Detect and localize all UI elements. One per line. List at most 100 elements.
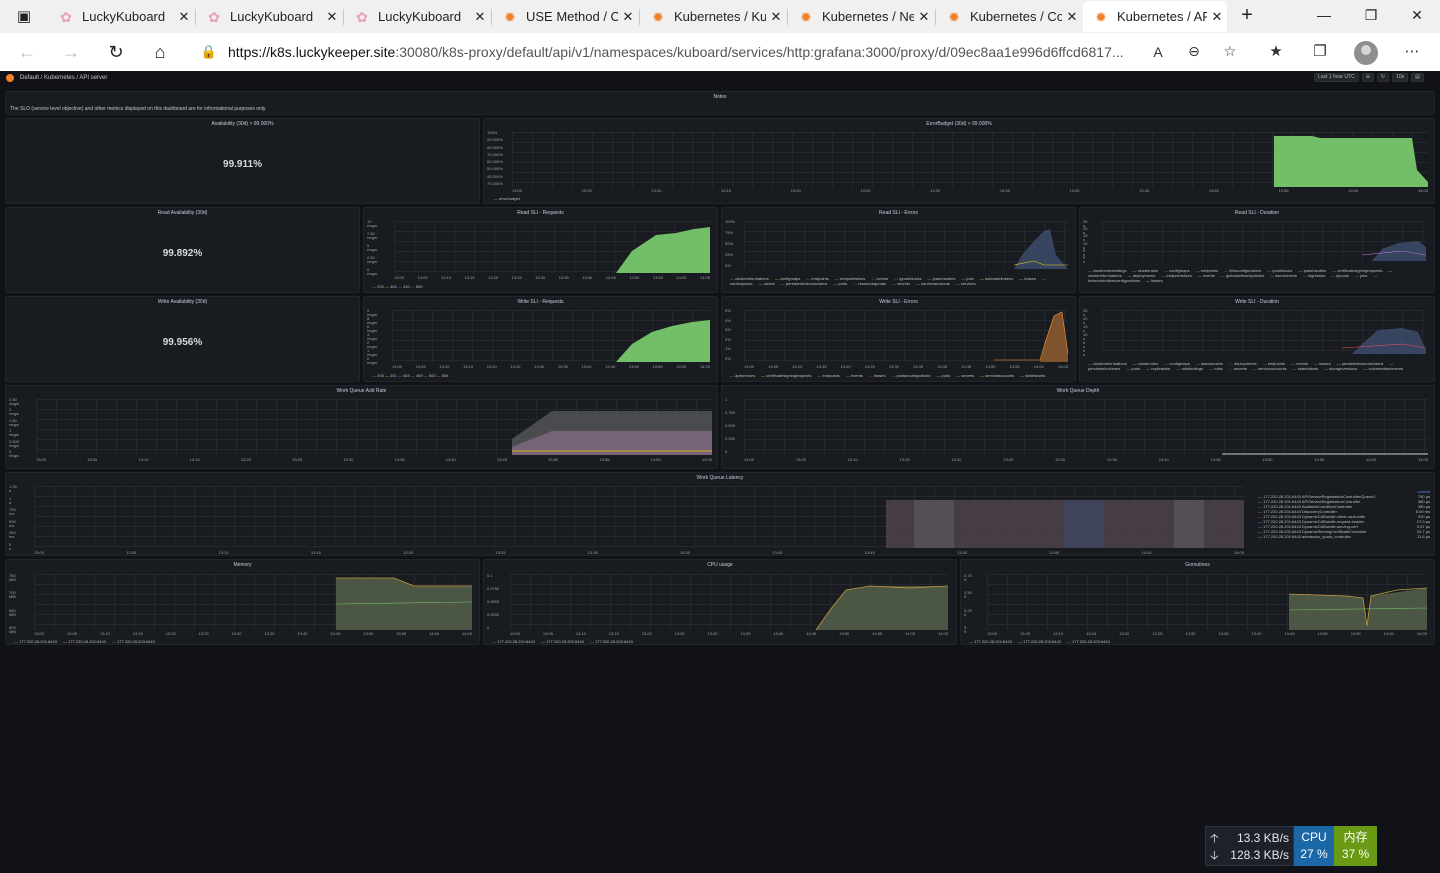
legend-item[interactable]: — events [1198,273,1215,278]
new-tab-button[interactable]: + [1234,4,1260,28]
legend-item[interactable]: — certificatesigningrequests [761,373,811,378]
legend-item[interactable]: — roles [1209,366,1223,371]
panel-write-duration[interactable]: Write SLI - Duration 25 s 20 s 15 s 10 s5 s… [1079,296,1435,382]
zoom-out-time-icon[interactable]: ⊖ [1361,73,1374,82]
collections-icon[interactable]: ❐ [1306,39,1334,65]
back-button[interactable]: ← [12,38,42,66]
time-range-picker[interactable]: Last 1 hour UTC [1314,73,1359,82]
panel-write-errors[interactable]: Write SLI - Errors 5% 4% 3% 2% 1% 0% 13:00 13:… [721,296,1076,382]
grafana-logo-icon[interactable] [6,74,14,82]
address-bar[interactable]: 🔒 https://k8s.luckykeeper.site:30080/k8s… [190,36,1248,67]
panel-memory[interactable]: Memory 750 MiB 700 MiB 650 MiB 600 MiB 13:0… [5,559,480,645]
panel-read-requests[interactable]: Read SLI - Requests 10 reqps 7.50 reqps 5 … [363,207,718,293]
panel-write-availability[interactable]: Write Availability (30d) 99.956% [5,296,360,382]
legend-item[interactable]: — 177.220.28.201:6443 admission_quota_co… [1258,534,1430,539]
legend-item[interactable]: — storageversions [1324,366,1357,371]
more-menu-icon[interactable]: ⋯ [1398,39,1426,65]
legend-item[interactable]: — 177.220.28.201:6443 [14,639,57,644]
tab-kubernetes-compute[interactable]: ✹ Kubernetes / Compute ✕ [936,1,1082,32]
legend-item[interactable]: — 177.220.28.202:6443 [63,639,106,644]
refresh-icon[interactable]: ↻ [1376,73,1390,82]
panel-notes[interactable]: Notes The SLO (service level objective) … [5,91,1435,115]
legend-item[interactable]: — 177.220.28.201:6443 [492,639,535,644]
close-icon[interactable]: ✕ [766,9,786,25]
close-icon[interactable]: ✕ [1207,9,1227,25]
reload-button[interactable]: ↻ [101,38,131,66]
tab-actions-icon[interactable]: ▣ [8,4,40,28]
panel-work-queue-add-rate[interactable]: Work Queue Add Rate 2.50 reqps 2 reqps 1.5… [5,385,718,469]
legend-item[interactable]: — globalnetworkpolicies [1221,273,1264,278]
legend-item[interactable]: — 177.220.28.201:6443 [969,639,1012,644]
legend-item[interactable]: — daemonsets [1270,273,1297,278]
tab-luckykuboard-1[interactable]: ✿ LuckyKuboard ✕ [48,1,194,32]
legend-item[interactable]: — leases [869,373,886,378]
close-icon[interactable]: ✕ [322,9,342,25]
url-text[interactable]: https://k8s.luckykeeper.site:30080/k8s-p… [228,44,1140,60]
tab-kubernetes-kubelet[interactable]: ✹ Kubernetes / Kubelet ✕ [640,1,786,32]
legend-item[interactable]: — 177.220.28.202:6443 [1018,639,1061,644]
close-icon[interactable]: ✕ [914,9,934,25]
panel-read-availability[interactable]: Read Availability (30d) 99.892% [5,207,360,293]
legend-item[interactable]: — podsecuritypolicies [892,373,931,378]
close-icon[interactable]: ✕ [174,9,194,25]
legend-item[interactable]: — endpoints [817,373,839,378]
profile-avatar[interactable] [1354,41,1378,65]
lock-icon[interactable]: 🔒 [190,44,228,60]
home-button[interactable]: ⌂ [145,38,175,66]
close-icon[interactable]: ✕ [1062,9,1082,25]
tab-kubernetes-networking[interactable]: ✹ Kubernetes / Networking ✕ [788,1,934,32]
legend-item[interactable]: — serviceaccounts [1253,366,1287,371]
tv-mode-icon[interactable]: ▤ [1411,73,1424,82]
panel-work-queue-latency[interactable]: Work Queue Latency 1.25 s1 s 750 ms 500 ms… [5,472,1435,556]
legend-item[interactable]: — statefulsets [1020,373,1045,378]
refresh-interval[interactable]: 10s [1392,73,1409,82]
legend-item[interactable]: — kubeadmtokens [980,276,1013,281]
legend-item[interactable]: — secrets [1229,366,1247,371]
breadcrumb[interactable]: Default / Kubernetes / API server [20,75,107,81]
legend-item[interactable]: — 177.220.28.202:6443 [541,639,584,644]
legend-item[interactable]: — endpointslices [1161,273,1191,278]
minimize-button[interactable]: — [1309,4,1339,26]
panel-availability[interactable]: Availability (30d) > 99.000% 99.911% [5,118,480,204]
legend-item[interactable]: — pods [936,373,950,378]
tab-use-method[interactable]: ✹ USE Method / Cluster ✕ [492,1,638,32]
legend-item[interactable]: — ingresses [1303,273,1325,278]
legend-item[interactable]: — serviceaccounts [916,281,950,286]
panel-error-budget[interactable]: ErrorBudget (30d) > 99.000% 100% 90.000% 8… [483,118,1435,204]
zoom-out-icon[interactable]: ⊖ [1176,43,1212,60]
legend-item[interactable]: — jobs [1355,273,1367,278]
tab-luckykuboard-2[interactable]: ✿ LuckyKuboard ✕ [196,1,342,32]
legend-item[interactable]: — pods [833,281,847,286]
legend-item[interactable]: — 177.220.28.203:6443 [112,639,155,644]
panel-cpu-usage[interactable]: CPU usage 0.1 0.0750 0.0500 0.0250 0 13:00 13… [483,559,957,645]
close-icon[interactable]: ✕ [470,9,490,25]
legend-item[interactable]: — statefulsets [1293,366,1318,371]
legend-item[interactable]: — pods [1126,366,1140,371]
legend-item[interactable]: — persistentvolumeclaims [781,281,828,286]
legend-item[interactable]: — secrets [956,373,974,378]
close-icon[interactable]: ✕ [618,9,638,25]
add-favorite-icon[interactable]: ☆ [1212,43,1248,60]
legend-item[interactable]: — leases [1019,276,1036,281]
legend-item[interactable]: — events [846,373,863,378]
panel-write-requests[interactable]: Write SLI - Requests 9 reqps 8 reqps 6 req… [363,296,718,382]
legend-item[interactable]: — leases [1146,278,1163,283]
legend-item[interactable]: — serviceaccounts [980,373,1014,378]
legend-item[interactable]: — services [956,281,976,286]
read-aloud-icon[interactable]: A​ [1140,44,1176,60]
panel-read-duration[interactable]: Read SLI - Duration 25 s 20 s 15 s 10 s5 s0… [1079,207,1435,293]
panel-goroutines[interactable]: Goroutines 3.75 K 3.50 K 3.25 K3 K 13:00 13… [960,559,1435,645]
legend-item[interactable]: — rolebindings [1176,366,1203,371]
close-window-button[interactable]: ✕ [1402,4,1432,26]
legend-item[interactable]: — 177.220.28.203:6443 [1067,639,1110,644]
favorites-icon[interactable]: ★ [1262,39,1290,65]
system-monitor-widget[interactable]: 🡡 13.3 KB/s 🡣 128.3 KB/s CPU 27 % 内存 37 % [1205,826,1377,866]
legend-item[interactable]: — secrets [892,281,910,286]
legend-item[interactable]: — apiservices [730,373,755,378]
legend-item[interactable]: — 177.220.28.203:6443 [590,639,633,644]
panel-read-errors[interactable]: Read SLI - Errors 100% 75% 50% 25% 0% — clus… [721,207,1076,293]
forward-button[interactable]: → [56,38,86,66]
restore-button[interactable]: ❐ [1356,4,1386,26]
tab-kubernetes-api-server[interactable]: ✹ Kubernetes / API server ✕ [1083,1,1227,32]
tab-luckykuboard-3[interactable]: ✿ LuckyKuboard ✕ [344,1,490,32]
